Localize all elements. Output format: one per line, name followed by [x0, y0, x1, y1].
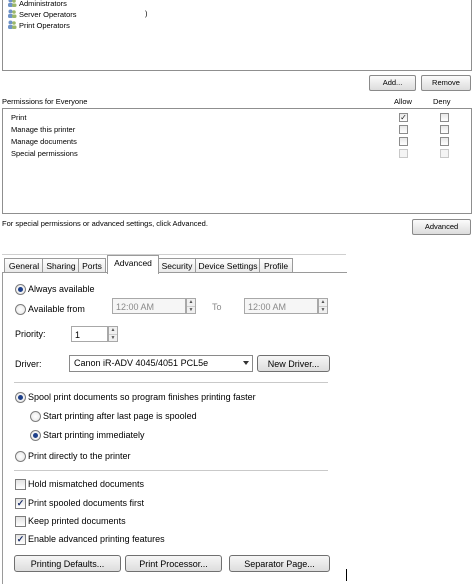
printing-defaults-button[interactable]: Printing Defaults... [14, 555, 121, 572]
tab-ports[interactable]: Ports [78, 258, 106, 273]
hold-mismatched-label: Hold mismatched documents [28, 479, 145, 489]
text-cursor [346, 569, 347, 581]
tab-general[interactable]: General [4, 258, 44, 273]
manage-documents-allow-checkbox[interactable] [399, 137, 408, 146]
group-icon [8, 20, 17, 29]
start-immediately-label: Start printing immediately [43, 430, 145, 440]
priority-label: Priority: [15, 329, 46, 339]
print-direct-radio[interactable] [15, 451, 26, 462]
print-processor-button[interactable]: Print Processor... [125, 555, 222, 572]
permissions-header: Permissions for Everyone [2, 97, 88, 106]
spool-radio[interactable] [15, 392, 26, 403]
print-spooled-first-checkbox[interactable]: ✓ [15, 498, 26, 509]
up-arrow-icon: ▲ [187, 299, 195, 307]
to-time-spinner: ▲ ▼ [318, 298, 328, 314]
down-arrow-icon: ▼ [188, 307, 194, 313]
priority-spinner[interactable]: ▲ ▼ [108, 326, 118, 342]
group-user-list[interactable]: Administrators Server Operators Print Op… [2, 0, 472, 71]
list-item[interactable]: Server Operators [7, 9, 77, 19]
tab-advanced[interactable]: Advanced [107, 255, 159, 274]
permission-label: Special permissions [11, 149, 78, 158]
spool-label: Spool print documents so program finishe… [28, 392, 256, 402]
print-spooled-first-label: Print spooled documents first [28, 498, 145, 508]
driver-label: Driver: [15, 359, 42, 369]
to-time-field: 12:00 AM [244, 298, 318, 314]
print-direct-label: Print directly to the printer [28, 451, 131, 461]
enable-advanced-label: Enable advanced printing features [28, 534, 165, 544]
enable-advanced-checkbox[interactable]: ✓ [15, 534, 26, 545]
separator-page-button[interactable]: Separator Page... [229, 555, 330, 572]
remove-button[interactable]: Remove [421, 75, 471, 91]
down-arrow-icon[interactable]: ▼ [109, 335, 117, 342]
tab-security[interactable]: Security [157, 258, 197, 273]
manage-printer-deny-checkbox[interactable] [440, 125, 449, 134]
always-available-radio[interactable] [15, 284, 26, 295]
up-arrow-icon[interactable]: ▲ [109, 327, 117, 335]
print-allow-checkbox[interactable]: ✓ [399, 113, 408, 122]
print-deny-checkbox[interactable] [440, 113, 449, 122]
chevron-down-icon [243, 361, 249, 365]
keep-printed-checkbox[interactable] [15, 516, 26, 527]
permission-label: Manage this printer [11, 125, 76, 134]
available-from-radio[interactable] [15, 304, 26, 315]
driver-select[interactable]: Canon iR-ADV 4045/4051 PCL5e [69, 355, 253, 372]
available-from-label: Available from [28, 304, 85, 314]
group-icon [8, 9, 17, 18]
keep-printed-label: Keep printed documents [28, 516, 126, 526]
up-arrow-icon: ▲ [319, 299, 327, 307]
list-item[interactable]: Administrators [7, 0, 67, 8]
start-after-last-label: Start printing after last page is spoole… [43, 411, 197, 421]
tab-profile[interactable]: Profile [259, 258, 293, 273]
manage-printer-allow-checkbox[interactable] [399, 125, 408, 134]
tab-strip-top-line [2, 254, 346, 255]
from-time-field: 12:00 AM [112, 298, 186, 314]
advanced-hint: For special permissions or advanced sett… [2, 219, 208, 228]
group-name: Server Operators [19, 10, 77, 19]
tab-sharing[interactable]: Sharing [42, 258, 80, 273]
allow-header: Allow [394, 97, 412, 106]
to-label: To [212, 302, 222, 312]
group-name: Administrators [19, 0, 67, 8]
group-icon [8, 0, 17, 7]
special-permissions-deny-checkbox [440, 149, 449, 158]
deny-header: Deny [433, 97, 451, 106]
always-available-label: Always available [28, 284, 95, 294]
permission-label: Print [11, 113, 27, 122]
group-name: Print Operators [19, 21, 70, 30]
list-item[interactable]: Print Operators [7, 20, 70, 30]
special-permissions-allow-checkbox [399, 149, 408, 158]
hold-mismatched-checkbox[interactable] [15, 479, 26, 490]
start-after-last-radio[interactable] [30, 411, 41, 422]
start-immediately-radio[interactable] [30, 430, 41, 441]
permissions-list: Print Manage this printer Manage documen… [2, 108, 472, 214]
priority-field[interactable]: 1 [71, 326, 108, 342]
from-time-spinner: ▲ ▼ [186, 298, 196, 314]
manage-documents-deny-checkbox[interactable] [440, 137, 449, 146]
tab-device-settings[interactable]: Device Settings [195, 258, 261, 273]
stray-text: ) [145, 9, 148, 18]
driver-value: Canon iR-ADV 4045/4051 PCL5e [74, 358, 209, 368]
divider [14, 382, 328, 383]
down-arrow-icon: ▼ [320, 307, 326, 313]
advanced-button[interactable]: Advanced [412, 219, 471, 235]
permission-label: Manage documents [11, 137, 77, 146]
divider [14, 470, 328, 471]
add-button[interactable]: Add... [369, 75, 416, 91]
new-driver-button[interactable]: New Driver... [257, 355, 330, 372]
